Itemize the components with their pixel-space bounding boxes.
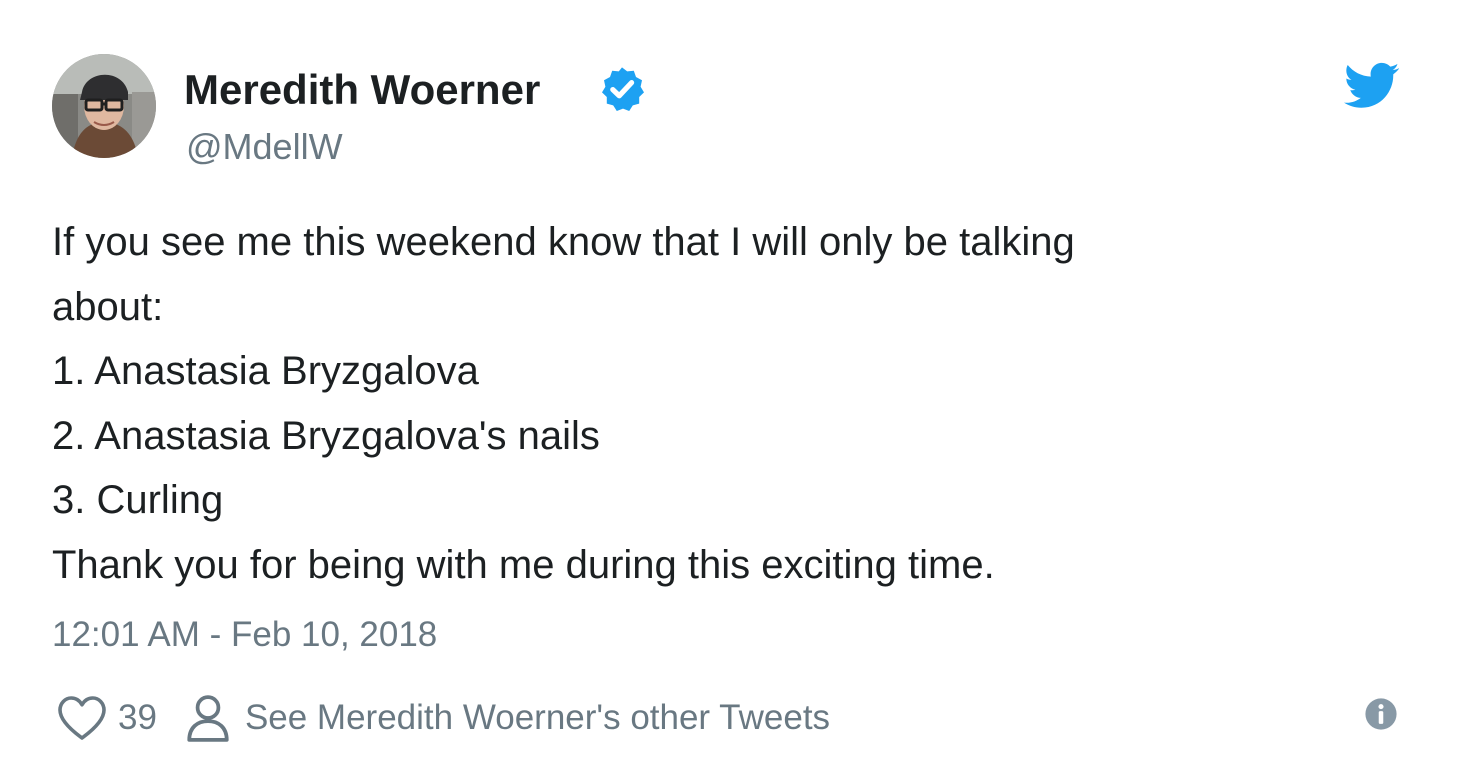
twitter-bird-icon[interactable] [1344,62,1400,110]
author-handle[interactable]: @MdellW [186,126,343,168]
tweet-actions: 39 See Meredith Woerner's other Tweets [56,690,830,746]
other-tweets-link[interactable]: See Meredith Woerner's other Tweets [245,697,830,739]
avatar[interactable] [52,54,156,158]
verified-badge-icon [602,67,644,111]
avatar-image [52,54,156,158]
tweet-line: 2. Anastasia Bryzgalova's nails [52,413,600,458]
tweet-line: If you see me this weekend know that I w… [52,220,1075,264]
tweet-timestamp[interactable]: 12:01 AM - Feb 10, 2018 [52,614,437,656]
tweet-card: Meredith Woerner @MdellW If you see me t… [0,0,1460,774]
tweet-line: 1. Anastasia Bryzgalova [52,349,479,393]
author-name[interactable]: Meredith Woerner [184,66,540,114]
tweet-line: Thank you for being with me during this … [52,542,995,587]
tweet-line: about: [52,284,164,329]
person-icon[interactable] [185,693,231,743]
tweet-line: 3. Curling [52,478,224,522]
tweet-text: If you see me this weekend know that I w… [52,210,1392,597]
heart-icon[interactable] [56,694,108,742]
info-icon[interactable] [1364,697,1398,731]
like-count[interactable]: 39 [118,697,157,739]
